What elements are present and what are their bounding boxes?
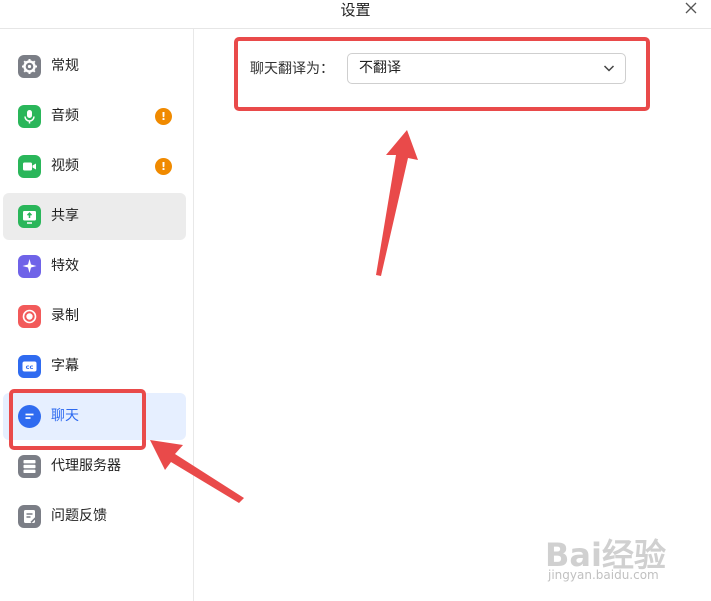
sidebar-item-general[interactable]: 常规 xyxy=(3,43,186,90)
sidebar-item-label: 视频 xyxy=(51,158,79,174)
warning-badge: ! xyxy=(155,158,172,175)
settings-sidebar: 常规 音频 ! 视频 ! 共享 特效 录制 cc 字幕 聊天 代理服务器 问题反… xyxy=(0,29,194,601)
sidebar-item-audio[interactable]: 音频 ! xyxy=(3,93,186,140)
server-icon xyxy=(18,455,41,478)
video-camera-icon xyxy=(18,155,41,178)
watermark-url: jingyan.baidu.com xyxy=(548,568,659,582)
sidebar-item-label: 录制 xyxy=(51,308,79,324)
warning-badge: ! xyxy=(155,108,172,125)
sidebar-item-label: 问题反馈 xyxy=(51,508,107,524)
gear-icon xyxy=(18,55,41,78)
chat-settings-panel: 聊天翻译为： 不翻译 xyxy=(194,29,711,601)
record-icon xyxy=(18,305,41,328)
sidebar-item-label: 聊天 xyxy=(51,408,79,424)
svg-text:cc: cc xyxy=(26,363,34,371)
screen-share-icon xyxy=(18,205,41,228)
sidebar-item-feedback[interactable]: 问题反馈 xyxy=(3,493,186,540)
sidebar-item-recording[interactable]: 录制 xyxy=(3,293,186,340)
chevron-down-icon xyxy=(603,65,615,72)
chat-translate-select[interactable]: 不翻译 xyxy=(347,53,626,84)
sidebar-item-label: 特效 xyxy=(51,258,79,274)
sidebar-item-label: 字幕 xyxy=(51,358,79,374)
sidebar-item-label: 常规 xyxy=(51,58,79,74)
sidebar-item-proxy-server[interactable]: 代理服务器 xyxy=(3,443,186,490)
captions-icon: cc xyxy=(18,355,41,378)
sidebar-item-chat[interactable]: 聊天 xyxy=(3,393,186,440)
window-title: 设置 xyxy=(340,1,371,19)
title-bar: 设置 xyxy=(0,0,711,29)
sidebar-item-label: 代理服务器 xyxy=(51,458,121,474)
sidebar-item-video[interactable]: 视频 ! xyxy=(3,143,186,190)
sidebar-item-captions[interactable]: cc 字幕 xyxy=(3,343,186,390)
sparkle-icon xyxy=(18,255,41,278)
close-icon[interactable] xyxy=(683,0,699,16)
sidebar-item-label: 音频 xyxy=(51,108,79,124)
feedback-icon xyxy=(18,505,41,528)
sidebar-item-label: 共享 xyxy=(51,208,79,224)
microphone-icon xyxy=(18,105,41,128)
chat-translate-label: 聊天翻译为： xyxy=(250,61,334,77)
sidebar-item-effects[interactable]: 特效 xyxy=(3,243,186,290)
chat-icon xyxy=(18,405,41,428)
sidebar-item-share[interactable]: 共享 xyxy=(3,193,186,240)
chat-translate-value: 不翻译 xyxy=(359,60,401,76)
